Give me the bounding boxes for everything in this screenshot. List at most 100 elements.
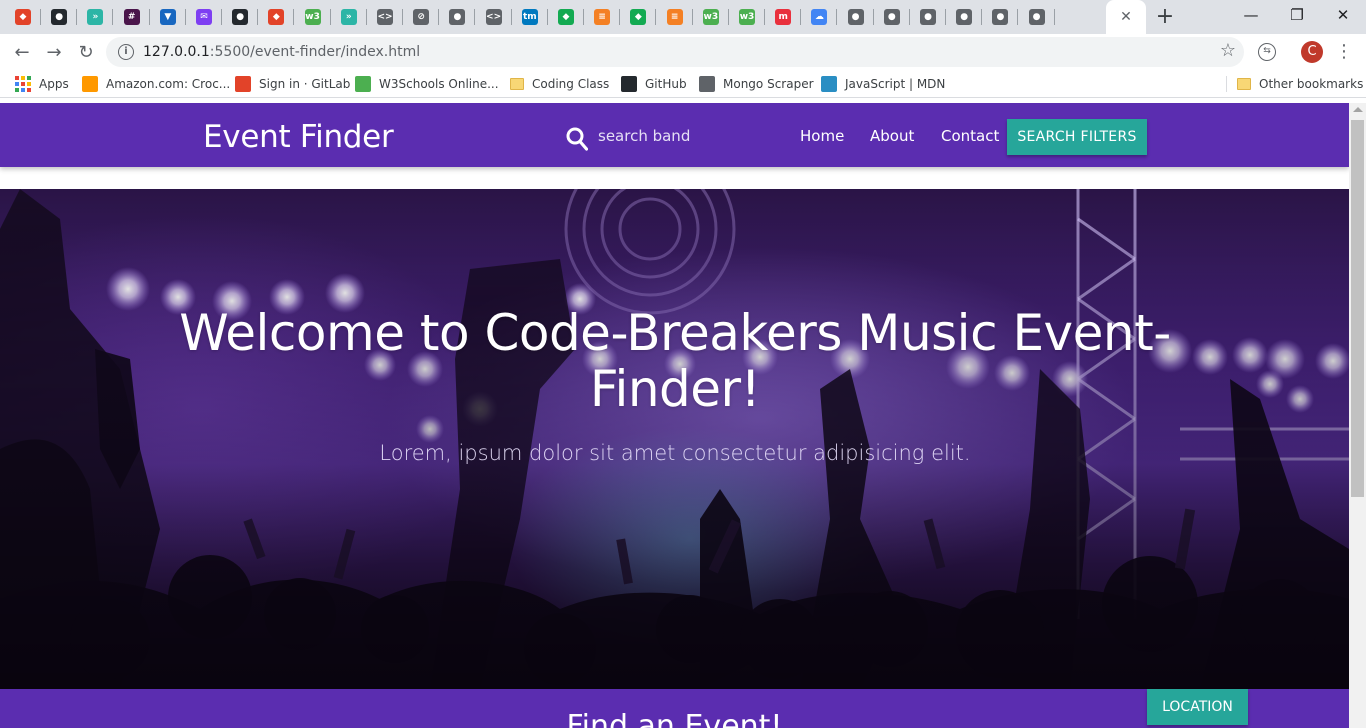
browser-tab[interactable]: tm [512, 0, 548, 34]
bookmark-item[interactable]: Sign in · GitLab [235, 75, 350, 93]
browser-tab[interactable]: ◆ [5, 0, 41, 34]
new-tab-button[interactable]: + [1152, 4, 1178, 30]
browser-tab[interactable]: w3 [729, 0, 765, 34]
browser-tab[interactable]: ≡ [584, 0, 621, 34]
search-filters-button[interactable]: SEARCH FILTERS [1007, 119, 1147, 155]
bookmark-item[interactable]: Amazon.com: Croc... [82, 75, 230, 93]
bookmark-label: Mongo Scraper [723, 77, 814, 91]
minimize-button[interactable]: — [1228, 0, 1274, 30]
address-bar[interactable]: i 127.0.0.1:5500/event-finder/index.html… [106, 37, 1244, 67]
browser-tab[interactable]: » [77, 0, 114, 34]
gitlab-icon [235, 76, 251, 92]
w3schools-icon: w3 [304, 9, 321, 25]
globe-icon [699, 76, 715, 92]
browser-tab[interactable]: ● [838, 0, 874, 34]
concert-crowd-image [0, 189, 1349, 689]
browser-toolbar: ← → ↻ i 127.0.0.1:5500/event-finder/inde… [0, 34, 1366, 70]
hero-title: Welcome to Code-Breakers Music Event-Fin… [179, 304, 1171, 418]
github-icon [621, 76, 637, 92]
browser-tab[interactable]: <> [476, 0, 512, 34]
bookmark-label: Apps [39, 77, 69, 91]
other-bookmarks-folder[interactable]: Other bookmarks [1237, 75, 1363, 93]
globe-icon: ● [847, 9, 864, 25]
bookmarks-bar: Apps Amazon.com: Croc... Sign in · GitLab W… [0, 70, 1366, 98]
stackoverflow-icon: ≡ [666, 9, 683, 25]
close-window-button[interactable]: ✕ [1320, 0, 1366, 30]
mongo-icon: ◆ [630, 9, 647, 25]
scrollbar-thumb[interactable] [1351, 120, 1364, 497]
browser-tab[interactable]: w3 [693, 0, 729, 34]
page-scrollbar[interactable] [1349, 103, 1366, 728]
browser-tab[interactable]: ◆ [620, 0, 657, 34]
bookmark-item[interactable]: JavaScript | MDN [821, 75, 945, 93]
browser-tab[interactable]: ◆ [548, 0, 584, 34]
codewars-icon: » [340, 9, 357, 25]
browser-tab[interactable]: ● [439, 0, 476, 34]
code-icon: <> [377, 9, 393, 25]
gitlab-icon: ◆ [268, 9, 285, 25]
extension-icon[interactable]: ⇆ [1258, 43, 1276, 61]
browser-tab[interactable]: ● [222, 0, 259, 34]
bookmark-item[interactable]: Apps [15, 75, 69, 93]
nav-link-contact[interactable]: Contact [941, 127, 999, 145]
browser-tab[interactable]: ⊘ [403, 0, 440, 34]
search-band-input[interactable] [598, 125, 748, 147]
search-icon[interactable] [566, 127, 588, 151]
url-text[interactable]: 127.0.0.1:5500/event-finder/index.html [143, 44, 420, 60]
gitlab-icon: ◆ [15, 9, 31, 25]
vuetify-icon: ▼ [159, 9, 176, 25]
bookmark-item[interactable]: Mongo Scraper [699, 75, 814, 93]
brand-logo[interactable]: Event Finder [203, 119, 394, 155]
maximize-button[interactable]: ❐ [1274, 0, 1320, 30]
location-button[interactable]: LOCATION [1147, 689, 1248, 725]
bookmark-label: W3Schools Online... [379, 77, 499, 91]
browser-tab[interactable]: <> [367, 0, 403, 34]
forward-button[interactable]: → [40, 38, 68, 66]
bookmark-star-icon[interactable]: ☆ [1220, 40, 1236, 61]
browser-tab[interactable]: ● [41, 0, 78, 34]
globe-icon: ● [956, 9, 973, 25]
mail-icon: ✉ [196, 9, 212, 25]
trello-icon: tm [521, 9, 538, 25]
hero-banner: Welcome to Code-Breakers Music Event-Fin… [0, 189, 1349, 689]
bookmark-item[interactable]: GitHub [621, 75, 687, 93]
browser-tab[interactable]: ≡ [657, 0, 693, 34]
browser-tab[interactable]: ☁ [801, 0, 838, 34]
stackoverflow-icon: ≡ [594, 9, 611, 25]
scroll-up-arrow-icon[interactable] [1353, 107, 1363, 112]
browser-tab[interactable]: ● [982, 0, 1019, 34]
nav-link-home[interactable]: Home [800, 127, 844, 145]
browser-tab[interactable]: # [114, 0, 150, 34]
browser-tab[interactable]: ▼ [150, 0, 186, 34]
browser-tab[interactable]: ● [874, 0, 910, 34]
nav-link-about[interactable]: About [870, 127, 914, 145]
bookmark-label: JavaScript | MDN [845, 77, 946, 91]
reload-button[interactable]: ↻ [72, 38, 100, 66]
browser-tab[interactable]: m [765, 0, 802, 34]
browser-tab[interactable]: ✉ [186, 0, 222, 34]
apps-grid-icon [15, 76, 31, 92]
browser-tab[interactable]: ● [946, 0, 983, 34]
active-browser-tab[interactable]: ✕ [1106, 0, 1146, 34]
bookmark-label: Amazon.com: Croc... [106, 77, 231, 91]
url-path: :5500/event-finder/index.html [209, 44, 421, 60]
mongo-icon: ◆ [558, 9, 574, 25]
bookmark-item[interactable]: W3Schools Online... [355, 75, 499, 93]
site-info-icon[interactable]: i [118, 44, 134, 60]
browser-tab[interactable]: w3 [295, 0, 331, 34]
browser-tab[interactable]: » [331, 0, 367, 34]
bookmark-item[interactable]: Coding Class [510, 75, 609, 93]
back-button[interactable]: ← [8, 38, 36, 66]
mdn-icon [821, 76, 837, 92]
github-icon: ● [51, 9, 68, 25]
browser-menu-icon[interactable]: ⋮ [1334, 38, 1354, 66]
browser-tab[interactable]: ● [1019, 0, 1055, 34]
globe-icon: ● [449, 9, 466, 25]
profile-avatar[interactable]: C [1301, 41, 1323, 63]
browser-tab[interactable]: ◆ [258, 0, 295, 34]
browser-tab[interactable]: ● [910, 0, 946, 34]
close-tab-icon[interactable]: ✕ [1118, 9, 1134, 25]
hero-subtitle: Lorem, ipsum dolor sit amet consectetur … [379, 441, 971, 465]
slack-icon: # [123, 9, 140, 25]
compass-icon: ⊘ [413, 9, 430, 25]
